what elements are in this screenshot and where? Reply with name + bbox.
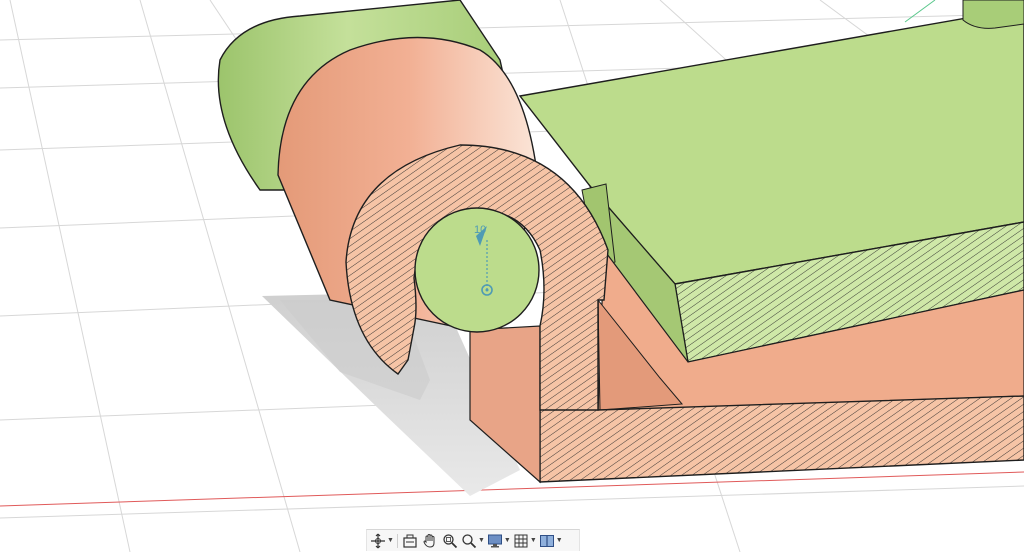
chevron-down-icon: ▼ (529, 537, 537, 544)
canvas-viewport[interactable]: 10 (0, 0, 1024, 552)
dimension-value[interactable]: 10 (474, 224, 486, 236)
y-axis-line (904, 0, 936, 23)
x-axis-line (0, 471, 1024, 507)
pan-hand-icon (423, 533, 435, 548)
chevron-down-icon: ▼ (477, 537, 485, 544)
chevron-down-icon: ▼ (555, 537, 563, 544)
display-settings-icon (487, 534, 502, 547)
viewports-button[interactable]: ▼ (539, 531, 563, 551)
look-at-button[interactable] (401, 531, 419, 551)
model-view[interactable]: 10 (0, 0, 1024, 552)
zoom-icon (462, 533, 477, 548)
pan-button[interactable] (421, 531, 439, 551)
zoom-window-button[interactable] (441, 531, 459, 551)
display-settings-button[interactable]: ▼ (487, 531, 511, 551)
grid-settings-icon (514, 534, 528, 547)
chevron-down-icon: ▼ (387, 537, 394, 544)
zoom-window-icon (443, 533, 458, 548)
orbit-icon (371, 533, 385, 548)
zoom-button[interactable]: ▼ (461, 531, 485, 551)
viewports-icon (539, 534, 554, 547)
chevron-down-icon: ▼ (503, 537, 511, 544)
grid-settings-button[interactable]: ▼ (513, 531, 537, 551)
toolbar-divider (396, 533, 398, 548)
view-toolbar: ▼ ▼ ▼ ▼ ▼ (366, 529, 580, 551)
green-knob[interactable] (962, 0, 1024, 29)
look-at-icon (403, 534, 417, 548)
orbit-button[interactable]: ▼ (370, 531, 394, 551)
